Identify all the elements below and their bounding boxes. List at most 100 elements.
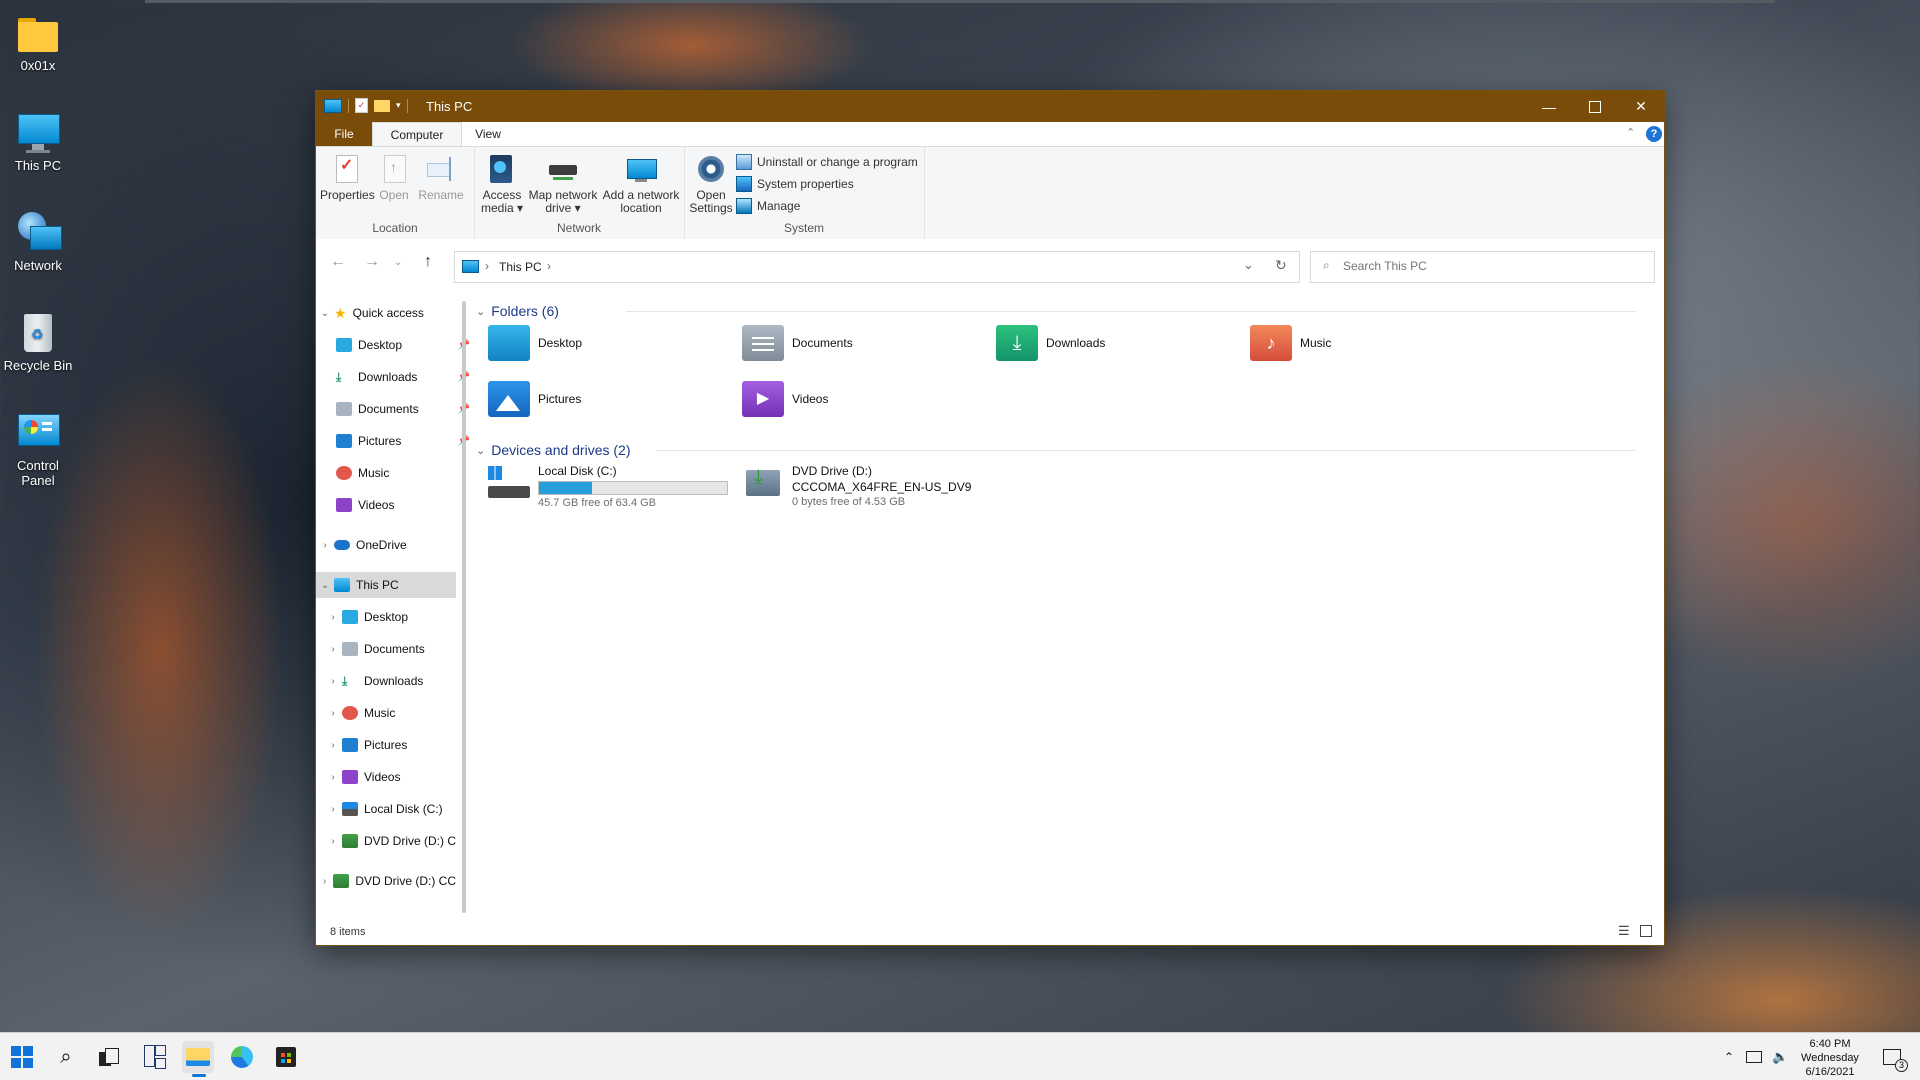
open-button[interactable]: ↑ Open: [374, 153, 414, 202]
folder-tile-desktop[interactable]: Desktop: [488, 320, 582, 366]
nav-pc-pictures[interactable]: › Pictures: [316, 732, 464, 758]
breadcrumb-separator-icon[interactable]: ›: [547, 259, 551, 273]
show-hidden-icons-button[interactable]: ⌃: [1724, 1050, 1734, 1064]
nav-pc-desktop[interactable]: › Desktop: [316, 604, 464, 630]
properties-button[interactable]: ✓ Properties: [320, 153, 375, 202]
nav-quick-pictures[interactable]: Pictures 📌: [316, 428, 476, 454]
minimize-button[interactable]: —: [1526, 91, 1572, 122]
open-settings-button[interactable]: Open Settings: [688, 153, 734, 215]
search-input[interactable]: [1341, 258, 1645, 274]
volume-icon[interactable]: 🔈: [1772, 1049, 1788, 1065]
tab-view[interactable]: View: [460, 122, 516, 146]
drive-tile-local-disk[interactable]: Local Disk (C:) 45.7 GB free of 63.4 GB: [488, 464, 728, 509]
devices-group-header[interactable]: ⌄ Devices and drives (2): [476, 440, 1636, 460]
address-bar[interactable]: › This PC › ⌄ ↻: [454, 251, 1300, 283]
nav-label: Documents: [364, 642, 425, 656]
properties-qat-icon[interactable]: ✓: [355, 98, 368, 113]
nav-this-pc[interactable]: ⌄ This PC: [316, 572, 456, 598]
address-dropdown-icon[interactable]: ⌄: [1243, 257, 1254, 273]
uninstall-program-button[interactable]: Uninstall or change a program: [736, 154, 918, 170]
chevron-down-icon[interactable]: ⌄: [476, 305, 485, 318]
folder-tile-downloads[interactable]: ⤓ Downloads: [996, 320, 1105, 366]
customize-qat-icon[interactable]: ▾: [396, 100, 401, 111]
network-tray-icon[interactable]: [1746, 1051, 1763, 1063]
close-button[interactable]: ✕: [1618, 91, 1664, 122]
desktop-icon-network[interactable]: Network: [0, 202, 76, 273]
notification-icon: 3: [1883, 1049, 1908, 1072]
new-folder-qat-icon[interactable]: [374, 99, 390, 112]
collapse-ribbon-icon[interactable]: ⌃: [1626, 126, 1635, 139]
navigation-pane-scrollbar[interactable]: [462, 301, 466, 913]
desktop-icon-0x01x[interactable]: 0x01x: [0, 2, 76, 73]
chevron-right-icon[interactable]: ›: [316, 540, 334, 551]
nav-quick-desktop[interactable]: Desktop 📌: [316, 332, 476, 358]
pictures-icon: [488, 381, 530, 417]
desktop-icon-this-pc[interactable]: This PC: [0, 102, 76, 173]
tab-computer[interactable]: Computer: [372, 122, 462, 147]
manage-button[interactable]: Manage: [736, 198, 800, 214]
breadcrumb-this-pc[interactable]: This PC: [499, 260, 542, 274]
chevron-right-icon[interactable]: ›: [324, 612, 342, 623]
nav-pc-local-disk[interactable]: › Local Disk (C:): [316, 796, 464, 822]
nav-pc-videos[interactable]: › Videos: [316, 764, 464, 790]
map-network-drive-button[interactable]: Map network drive ▾: [526, 153, 600, 215]
start-button[interactable]: [6, 1041, 38, 1073]
access-media-button[interactable]: Access media ▾: [478, 153, 526, 215]
up-button[interactable]: ↑: [424, 253, 432, 271]
search-box[interactable]: ⌕: [1310, 251, 1655, 283]
chevron-right-icon[interactable]: ›: [316, 876, 333, 887]
notification-center-button[interactable]: 3: [1876, 1041, 1908, 1073]
forward-button[interactable]: →: [364, 253, 380, 271]
folders-group-header[interactable]: ⌄ Folders (6): [476, 301, 1636, 321]
folder-tile-music[interactable]: ♪ Music: [1250, 320, 1331, 366]
desktop-icon-recycle-bin[interactable]: ♻ Recycle Bin: [0, 302, 76, 373]
details-view-icon[interactable]: ☰: [1618, 923, 1630, 939]
file-explorer-taskbar-button[interactable]: [182, 1041, 214, 1077]
nav-quick-music[interactable]: Music: [316, 460, 476, 486]
rename-button[interactable]: Rename: [416, 153, 466, 202]
chevron-right-icon[interactable]: ›: [324, 804, 342, 815]
refresh-icon[interactable]: ↻: [1275, 257, 1287, 274]
computer-small-icon: [324, 98, 342, 113]
clock[interactable]: 6:40 PM Wednesday 6/16/2021: [1790, 1037, 1870, 1079]
nav-pc-music[interactable]: › Music: [316, 700, 464, 726]
chevron-right-icon[interactable]: ›: [324, 740, 342, 751]
chevron-down-icon[interactable]: ⌄: [316, 308, 334, 319]
task-view-button[interactable]: [92, 1041, 124, 1073]
nav-quick-videos[interactable]: Videos: [316, 492, 476, 518]
edge-taskbar-button[interactable]: [226, 1041, 258, 1073]
chevron-right-icon[interactable]: ›: [324, 772, 342, 783]
nav-quick-access[interactable]: ⌄ ★ Quick access: [316, 300, 456, 326]
back-button[interactable]: ←: [330, 253, 346, 271]
title-bar[interactable]: ✓ ▾ This PC — ✕: [316, 91, 1664, 122]
nav-quick-downloads[interactable]: ⤓ Downloads 📌: [316, 364, 476, 390]
help-icon[interactable]: ?: [1646, 126, 1662, 142]
chevron-right-icon[interactable]: ›: [324, 644, 342, 655]
drive-tile-dvd[interactable]: ⤓ DVD Drive (D:) CCCOMA_X64FRE_EN-US_DV9…: [742, 464, 971, 508]
recent-locations-button[interactable]: ⌄: [394, 257, 402, 268]
search-taskbar-button[interactable]: ⌕: [50, 1041, 82, 1073]
large-icons-view-icon[interactable]: [1640, 925, 1652, 937]
chevron-right-icon[interactable]: ›: [324, 676, 342, 687]
system-properties-button[interactable]: System properties: [736, 176, 854, 192]
chevron-down-icon[interactable]: ⌄: [476, 444, 485, 457]
nav-onedrive[interactable]: › OneDrive: [316, 532, 456, 558]
add-network-location-button[interactable]: Add a network location: [600, 153, 682, 215]
nav-quick-documents[interactable]: Documents 📌: [316, 396, 476, 422]
nav-pc-dvd-drive[interactable]: › DVD Drive (D:) C: [316, 828, 464, 854]
folder-tile-documents[interactable]: Documents: [742, 320, 853, 366]
folder-tile-videos[interactable]: ▶ Videos: [742, 376, 828, 422]
edge-icon: [231, 1046, 253, 1068]
store-taskbar-button[interactable]: [270, 1041, 302, 1073]
nav-pc-downloads[interactable]: › ⤓ Downloads: [316, 668, 464, 694]
desktop-icon-control-panel[interactable]: Control Panel: [0, 402, 76, 488]
nav-pc-documents[interactable]: › Documents: [316, 636, 464, 662]
maximize-button[interactable]: [1572, 91, 1618, 122]
chevron-down-icon[interactable]: ⌄: [316, 580, 334, 591]
nav-dvd-drive[interactable]: › DVD Drive (D:) CC: [316, 868, 456, 894]
tab-file[interactable]: File: [316, 122, 372, 146]
folder-tile-pictures[interactable]: Pictures: [488, 376, 581, 422]
chevron-right-icon[interactable]: ›: [324, 708, 342, 719]
widgets-button[interactable]: [138, 1041, 170, 1073]
chevron-right-icon[interactable]: ›: [324, 836, 342, 847]
